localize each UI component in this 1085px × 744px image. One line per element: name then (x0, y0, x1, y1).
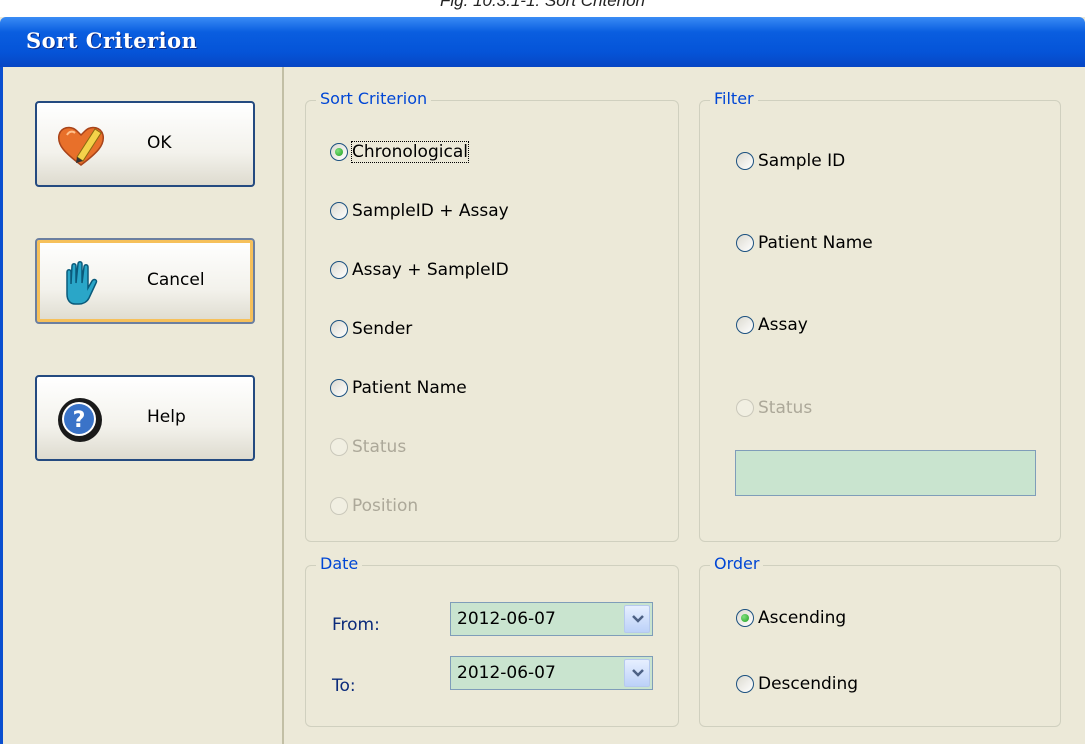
filter-legend: Filter (710, 89, 758, 108)
ok-button[interactable]: OK (35, 101, 255, 187)
sort-option-position: Position (330, 496, 418, 516)
order-option-ascending[interactable]: Ascending (736, 608, 846, 628)
cancel-button[interactable]: Cancel (35, 238, 255, 324)
heart-pencil-icon (55, 121, 105, 171)
sort-option-label: Sender (352, 319, 413, 339)
filter-input[interactable] (735, 450, 1036, 496)
cancel-label: Cancel (147, 270, 205, 290)
help-label: Help (147, 407, 186, 427)
order-option-label: Descending (758, 674, 859, 694)
filter-option-patient-name[interactable]: Patient Name (736, 233, 873, 253)
order-option-label: Ascending (758, 608, 847, 628)
order-group: Order (699, 554, 1061, 727)
filter-option-label: Status (758, 398, 813, 418)
window-border (0, 67, 3, 744)
to-label: To: (332, 676, 356, 696)
figure-caption: Fig. 10.3.1-1: Sort Criterion (439, 0, 646, 10)
radio-status (330, 438, 348, 456)
radio-filter-assay[interactable] (736, 316, 754, 334)
sort-option-assay-sampleid[interactable]: Assay + SampleID (330, 260, 509, 280)
chevron-down-icon[interactable] (624, 659, 650, 687)
radio-position (330, 497, 348, 515)
sort-option-sender[interactable]: Sender (330, 319, 412, 339)
filter-option-label: Sample ID (758, 151, 846, 171)
filter-option-sample-id[interactable]: Sample ID (736, 151, 845, 171)
filter-option-label: Assay (758, 315, 808, 335)
to-date-value: 2012-06-07 (457, 663, 556, 683)
from-date-combo[interactable]: 2012-06-07 (450, 602, 653, 636)
sort-option-patient-name[interactable]: Patient Name (330, 378, 467, 398)
chevron-down-icon[interactable] (624, 605, 650, 633)
order-legend: Order (710, 554, 764, 573)
sort-criterion-legend: Sort Criterion (316, 89, 432, 108)
title-bar[interactable]: Sort Criterion (0, 17, 1085, 67)
date-group: Date (305, 554, 679, 727)
hand-icon (55, 258, 105, 308)
radio-filter-patient-name[interactable] (736, 234, 754, 252)
radio-filter-status (736, 399, 754, 417)
window-title: Sort Criterion (26, 28, 198, 53)
radio-filter-sample-id[interactable] (736, 152, 754, 170)
sort-option-label: Status (352, 437, 407, 457)
radio-assay-sampleid[interactable] (330, 261, 348, 279)
sort-option-label: Assay + SampleID (352, 260, 509, 280)
question-icon: ? (55, 395, 105, 445)
ok-label: OK (147, 133, 172, 153)
sort-option-label: Position (352, 496, 419, 516)
radio-patient-name[interactable] (330, 379, 348, 397)
radio-sampleid-assay[interactable] (330, 202, 348, 220)
sort-option-label: SampleID + Assay (352, 201, 509, 221)
radio-sender[interactable] (330, 320, 348, 338)
sort-criterion-dialog: Sort Criterion OK Cancel ? Help Sort Cri… (0, 17, 1085, 744)
to-date-combo[interactable]: 2012-06-07 (450, 656, 653, 690)
filter-option-label: Patient Name (758, 233, 873, 253)
radio-ascending[interactable] (736, 609, 754, 627)
date-legend: Date (316, 554, 363, 573)
sort-option-label: Patient Name (352, 378, 467, 398)
sort-option-sampleid-assay[interactable]: SampleID + Assay (330, 201, 509, 221)
from-label: From: (332, 615, 380, 635)
order-option-descending[interactable]: Descending (736, 674, 858, 694)
radio-descending[interactable] (736, 675, 754, 693)
radio-chronological[interactable] (330, 143, 348, 161)
sort-option-chronological[interactable]: Chronological (330, 141, 469, 163)
help-button[interactable]: ? Help (35, 375, 255, 461)
filter-option-assay[interactable]: Assay (736, 315, 808, 335)
sort-option-label: Chronological (351, 141, 469, 163)
sort-option-status: Status (330, 437, 406, 457)
svg-text:?: ? (73, 408, 86, 433)
from-date-value: 2012-06-07 (457, 609, 556, 629)
filter-option-status: Status (736, 398, 812, 418)
